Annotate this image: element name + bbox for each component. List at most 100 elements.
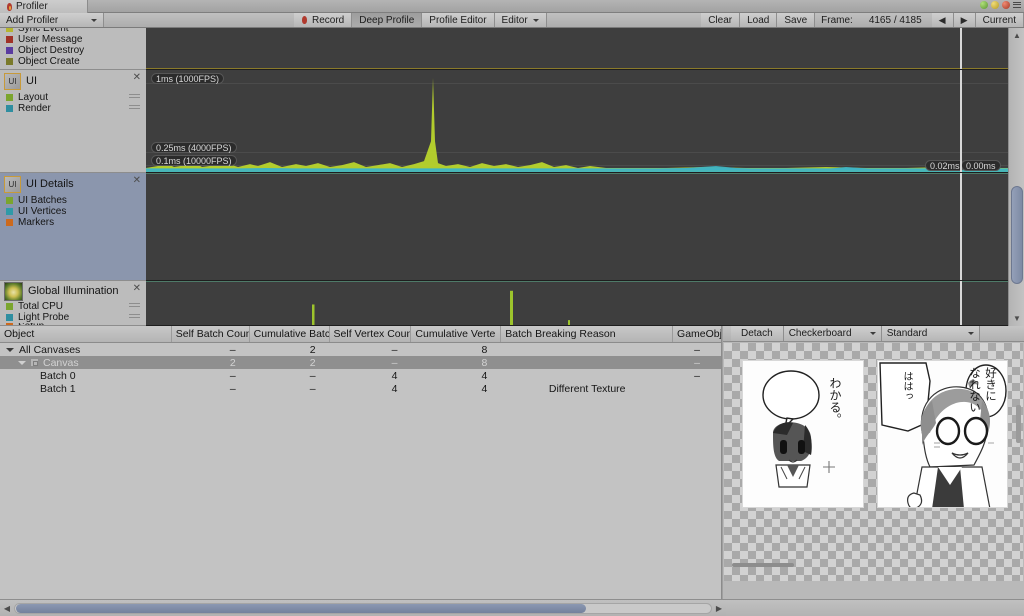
module-gi-title: Global Illumination [28,285,119,297]
load-button[interactable]: Load [740,13,778,27]
window-controls [980,1,1021,9]
profiler-flame-icon [6,2,13,11]
graph-ui-details[interactable] [146,173,1008,281]
clear-button[interactable]: Clear [701,13,741,27]
scroll-right-arrow-icon[interactable]: ▶ [712,601,726,616]
scroll-up-arrow-icon[interactable]: ▲ [1013,31,1021,40]
module-ui[interactable]: ✕ UI UI Layout Render [0,70,146,173]
legend-user-message[interactable]: User Message [0,34,146,45]
profile-editor-label: Profile Editor [429,14,487,26]
table-row-batch-0[interactable]: Batch 0 – – 4 4 – [0,369,721,382]
column-header-batch-breaking-reason[interactable]: Batch Breaking Reason [501,326,674,342]
graph-ui[interactable]: 1ms (1000FPS) 0.25ms (4000FPS) 0.1ms (10… [146,70,1008,173]
legend-label: Render [18,103,51,114]
cell-gameobject: – [694,343,700,356]
legend-total-cpu[interactable]: Total CPU [0,301,146,312]
module-ui-details[interactable]: ✕ UI UI Details UI Batches UI Vertices M… [0,173,146,281]
current-frame-cursor[interactable] [960,28,962,69]
column-header-self-vertex-count[interactable]: Self Vertex Count [330,326,412,342]
profile-editor-button[interactable]: Profile Editor [422,13,495,27]
legend-object-create[interactable]: Object Create [0,56,146,67]
scroll-down-arrow-icon[interactable]: ▼ [1013,314,1021,323]
record-button[interactable]: Record [294,13,353,27]
drag-handle-icon[interactable] [129,314,140,320]
scrollbar-track[interactable] [14,602,712,614]
profiler-tab-label: Profiler [16,1,48,12]
editor-dropdown-label: Editor [501,14,528,26]
table-row-canvas[interactable]: Canvas 2 2 – 8 – [0,356,721,369]
manga-texture-preview[interactable]: わかる。 好きに なれない ははっ [724,343,1023,581]
grid-label-025ms: 0.25ms (4000FPS) [151,142,237,153]
clear-label: Clear [708,14,733,26]
cell-gameobject: – [694,356,700,369]
editor-dropdown[interactable]: Editor [494,13,547,27]
scroll-left-arrow-icon[interactable]: ◀ [0,601,14,616]
horizontal-scrollbar[interactable]: ◀ ▶ [0,599,1024,616]
deep-profile-button[interactable]: Deep Profile [352,13,423,27]
drag-handle-icon[interactable] [129,94,140,100]
scrollbar-thumb[interactable] [16,603,586,613]
gi-cube-icon [4,281,23,301]
cell-cumulative-vertex: 8 [481,343,488,356]
column-header-cumulative-batch[interactable]: Cumulative Batch [250,326,330,342]
legend-render[interactable]: Render [0,103,146,114]
window-menu-icon[interactable] [1013,1,1021,9]
column-header-cumulative-vertex[interactable]: Cumulative Verte [411,326,502,342]
cell-batch-breaking-reason: Different Texture [548,382,626,395]
column-header-self-batch-count[interactable]: Self Batch Count [172,326,250,342]
column-header-gameobject[interactable]: GameObj [673,326,721,342]
foldout-arrow-icon[interactable] [6,347,14,352]
preview-resize-handle[interactable] [732,563,794,567]
table-row-all-canvases[interactable]: All Canvases – 2 – 8 – [0,343,721,356]
legend-label: Total CPU [18,301,64,312]
drag-handle-icon[interactable] [129,105,140,111]
canvas-object-icon [30,358,39,367]
foldout-arrow-icon[interactable] [18,360,26,365]
add-profiler-dropdown[interactable]: Add Profiler [0,13,104,27]
legend-markers[interactable]: Markers [0,217,146,228]
charts-vertical-scrollbar[interactable]: ▲ ▼ [1008,28,1024,326]
maximize-button[interactable] [991,1,999,9]
module-global-illumination[interactable]: ✕ Global Illumination Total CPU Light Pr… [0,281,146,326]
cell-self-batch-count: – [229,343,236,356]
background-mode-label: Checkerboard [788,328,852,339]
graph-global-illumination[interactable] [146,281,1008,326]
current-frame-cursor[interactable] [960,173,962,280]
drag-handle-icon[interactable] [129,303,140,309]
value-label-000ms: 0.00ms [961,160,1001,171]
render-mode-dropdown[interactable]: Standard [881,326,980,341]
right-bubble-text-1: 好きに [984,367,998,402]
module-ui-details-title: UI Details [26,178,74,190]
legend-ui-vertices[interactable]: UI Vertices [0,206,146,217]
legend-swatch-icon [6,219,13,226]
current-frame-button[interactable]: Current [975,13,1024,27]
module-memory-partial[interactable]: Sync Event User Message Object Destroy O… [0,28,146,70]
gi-graph-plot [312,290,570,325]
save-button[interactable]: Save [777,13,816,27]
cell-cumulative-vertex: 4 [481,369,488,382]
graph-memory-partial[interactable] [146,28,1008,70]
current-frame-cursor[interactable] [960,70,962,172]
legend-ui-batches[interactable]: UI Batches [0,195,146,206]
scrollbar-thumb[interactable] [1011,186,1023,284]
load-label: Load [747,14,770,26]
preview-vertical-scrollbar[interactable] [1016,347,1021,497]
current-frame-cursor[interactable] [960,281,962,325]
prev-frame-button[interactable]: ◀ [931,13,954,27]
close-button[interactable] [1002,1,1010,9]
preview-body[interactable]: わかる。 好きに なれない ははっ [723,343,1024,599]
legend-object-destroy[interactable]: Object Destroy [0,45,146,56]
frame-value: 4165 / 4185 [858,13,932,27]
legend-label: Layout [18,92,49,103]
background-mode-dropdown[interactable]: Checkerboard [783,326,882,341]
profiler-tab[interactable]: Profiler [0,0,88,13]
table-row-batch-1[interactable]: Batch 1 – – 4 4 Different Texture [0,382,721,395]
chevron-down-icon [967,332,974,335]
column-header-object[interactable]: Object [0,326,172,342]
next-frame-button[interactable]: ▶ [953,13,976,27]
legend-label: UI Vertices [18,206,67,217]
legend-layout[interactable]: Layout [0,92,146,103]
legend-light-probe[interactable]: Light Probe [0,312,146,323]
minimize-button[interactable] [980,1,988,9]
detach-button[interactable]: Detach [731,326,784,341]
